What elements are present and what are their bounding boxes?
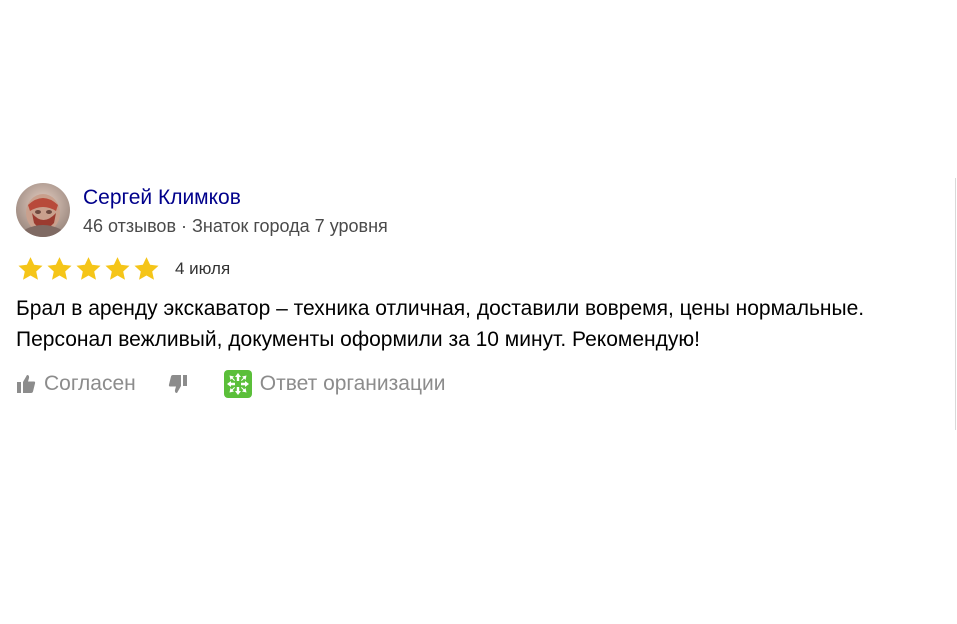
star-icon <box>18 257 43 280</box>
agree-label: Согласен <box>44 372 136 395</box>
organization-reply-button[interactable]: Ответ организации <box>223 370 446 398</box>
star-icon <box>134 257 159 280</box>
thumbs-down-icon <box>168 375 187 393</box>
rating-row: 4 июля <box>16 254 946 284</box>
star-rating <box>16 255 161 283</box>
avatar[interactable] <box>16 183 70 237</box>
author-name[interactable]: Сергей Климков <box>83 184 388 212</box>
review-date: 4 июля <box>175 259 231 278</box>
star-icon <box>105 257 130 280</box>
review-author: Сергей Климков 46 отзывов · Знаток город… <box>16 183 946 241</box>
review-text: Брал в аренду экскаватор – техника отлич… <box>16 297 865 351</box>
star-icon <box>47 257 72 280</box>
review-actions: Согласен Ответ организации <box>16 368 946 400</box>
organization-reply-label: Ответ организации <box>259 372 446 395</box>
agree-button[interactable]: Согласен <box>16 372 136 396</box>
author-meta: 46 отзывов · Знаток города 7 уровня <box>83 216 388 236</box>
disagree-button[interactable] <box>168 374 188 394</box>
right-divider <box>955 178 956 430</box>
author-info: Сергей Климков 46 отзывов · Знаток город… <box>83 184 388 239</box>
organization-reply-icon <box>223 370 252 398</box>
star-icon <box>76 257 101 280</box>
review-card: Сергей Климков 46 отзывов · Знаток город… <box>16 183 946 400</box>
thumbs-up-icon <box>17 375 36 393</box>
